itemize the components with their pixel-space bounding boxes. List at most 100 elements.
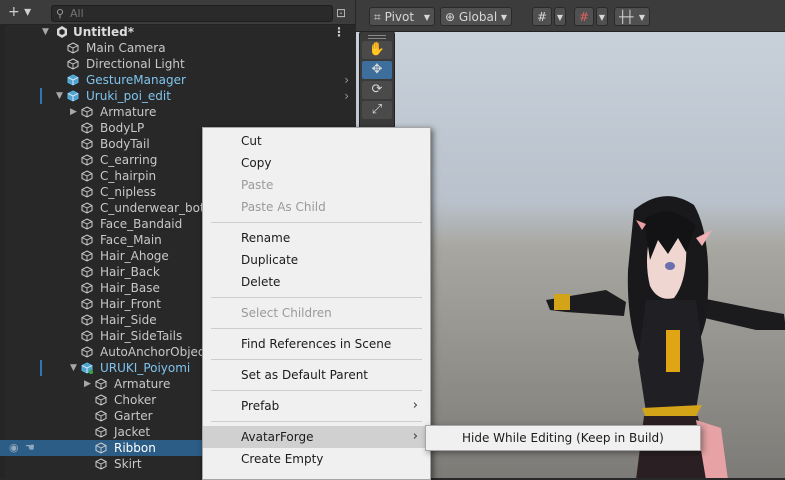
grid-options-dropdown[interactable]: ▼: [554, 7, 566, 26]
chevron-down-icon: ▼: [500, 13, 507, 22]
expand-arrow-icon[interactable]: ▼: [42, 24, 49, 40]
menu-item-cut[interactable]: Cut: [203, 130, 430, 152]
visibility-eye-icon[interactable]: ◉: [9, 440, 19, 456]
hierarchy-row-label: Hair_Back: [100, 265, 160, 279]
hierarchy-row-label: Directional Light: [86, 57, 185, 71]
gameobject-cube-icon: [81, 186, 93, 198]
pivot-icon: ⌗: [374, 10, 381, 24]
open-prefab-chevron-icon[interactable]: ›: [344, 72, 349, 88]
gameobject-cube-icon: [81, 346, 93, 358]
globe-icon: ⊕: [445, 10, 456, 24]
hierarchy-row-label: Choker: [114, 393, 157, 407]
gameobject-cube-icon: [81, 330, 93, 342]
grid-snap-button[interactable]: #: [532, 7, 552, 26]
hierarchy-row-label: AutoAnchorObject: [100, 345, 210, 359]
increment-snap-button[interactable]: #: [574, 7, 594, 26]
menu-separator: [211, 390, 422, 391]
pickable-hand-icon[interactable]: ☚: [25, 440, 35, 456]
submenu-item-hide-while-editing[interactable]: Hide While Editing (Keep in Build): [462, 426, 664, 450]
gameobject-cube-icon: [81, 154, 93, 166]
hierarchy-search-field[interactable]: ⚲: [51, 5, 333, 22]
menu-item-avatarforge[interactable]: AvatarForge ›: [203, 426, 430, 448]
menu-item-create-empty[interactable]: Create Empty: [203, 448, 430, 470]
rotate-tool-icon[interactable]: ⟳: [362, 81, 392, 99]
chevron-down-icon: ▼: [638, 13, 645, 22]
gameobject-cube-icon: [95, 442, 107, 454]
global-label: Global: [458, 10, 498, 24]
menu-item-delete[interactable]: Delete: [203, 271, 430, 293]
menu-item-label: Delete: [241, 275, 281, 289]
menu-item-prefab[interactable]: Prefab ›: [203, 395, 430, 417]
search-input[interactable]: [70, 6, 325, 21]
scene-root-row[interactable]: ▼ Untitled* ⋮: [0, 24, 355, 40]
hierarchy-row-label: Hair_Base: [100, 281, 160, 295]
hierarchy-row-label: Uruki_poi_edit: [86, 89, 171, 103]
gameobject-cube-icon: [95, 378, 107, 390]
gameobject-cube-icon: [81, 314, 93, 326]
menu-separator: [211, 359, 422, 360]
gameobject-cube-icon: [95, 410, 107, 422]
gameobject-cube-icon: [81, 106, 93, 118]
ruler-snap-button[interactable]: ┼┼ ▼: [614, 7, 650, 26]
menu-item-label: Paste: [241, 178, 274, 192]
hierarchy-row-label: C_hairpin: [100, 169, 157, 183]
menu-separator: [211, 421, 422, 422]
hierarchy-row[interactable]: Directional Light: [0, 56, 355, 72]
menu-item-set-as-default-parent[interactable]: Set as Default Parent: [203, 364, 430, 386]
hierarchy-row[interactable]: ▼ Uruki_poi_edit ›: [0, 88, 355, 104]
search-icon: ⚲: [56, 7, 65, 20]
menu-separator: [211, 328, 422, 329]
hierarchy-row[interactable]: Main Camera: [0, 40, 355, 56]
submenu-arrow-icon: ›: [412, 398, 418, 413]
snap-options-dropdown[interactable]: ▼: [596, 7, 608, 26]
hierarchy-row-label: Face_Bandaid: [100, 217, 183, 231]
prefab-cube-icon: [67, 90, 79, 102]
menu-item-label: Copy: [241, 156, 272, 170]
prefab-variant-icon: [81, 362, 93, 374]
scene-search-icon[interactable]: ⊡: [333, 5, 349, 21]
submenu-arrow-icon: ›: [412, 429, 418, 444]
hierarchy-row-label: GestureManager: [86, 73, 186, 87]
hand-tool-icon[interactable]: ✋: [362, 41, 392, 59]
scene-menu-icon[interactable]: ⋮: [333, 24, 345, 40]
add-object-button[interactable]: + ▾: [8, 4, 42, 20]
menu-separator: [211, 222, 422, 223]
menu-item-label: Prefab: [241, 399, 280, 413]
gameobject-cube-icon: [81, 170, 93, 182]
hierarchy-row[interactable]: ▶ Armature: [0, 104, 355, 120]
gameobject-cube-icon: [81, 138, 93, 150]
menu-item-find-references-in-scene[interactable]: Find References in Scene: [203, 333, 430, 355]
chevron-down-icon: ▼: [556, 13, 564, 22]
expand-arrow-icon[interactable]: ▶: [84, 376, 91, 392]
tools-overlay: ✋ ✥ ⟳ ⤢: [359, 31, 395, 133]
hierarchy-row-label: Ribbon: [114, 441, 156, 455]
menu-item-duplicate[interactable]: Duplicate: [203, 249, 430, 271]
hierarchy-row-label: Hair_SideTails: [100, 329, 183, 343]
pivot-toggle[interactable]: ⌗ Pivot ▼: [369, 7, 435, 26]
snap-grid-icon: #: [578, 10, 590, 24]
prefab-cube-icon: [67, 74, 79, 86]
hierarchy-row-label: Hair_Front: [100, 297, 161, 311]
menu-item-label: Rename: [241, 231, 291, 245]
gameobject-cube-icon: [81, 218, 93, 230]
hierarchy-row[interactable]: GestureManager ›: [0, 72, 355, 88]
hierarchy-row-label: BodyTail: [100, 137, 150, 151]
hierarchy-row-label: Garter: [114, 409, 153, 423]
open-prefab-chevron-icon[interactable]: ›: [344, 88, 349, 104]
menu-item-copy[interactable]: Copy: [203, 152, 430, 174]
expand-arrow-icon[interactable]: ▶: [70, 104, 77, 120]
gameobject-cube-icon: [81, 298, 93, 310]
hierarchy-row-label: Face_Main: [100, 233, 162, 247]
menu-item-rename[interactable]: Rename: [203, 227, 430, 249]
menu-item-label: Set as Default Parent: [241, 368, 369, 382]
hierarchy-toolbar: + ▾ ⚲ ⊡: [0, 0, 355, 25]
drag-handle-icon[interactable]: [368, 35, 386, 39]
scale-tool-icon[interactable]: ⤢: [362, 101, 392, 119]
hierarchy-row-label: URUKI_Poiyomi: [100, 361, 191, 375]
collapse-arrow-icon[interactable]: ▼: [70, 360, 77, 376]
collapse-arrow-icon[interactable]: ▼: [56, 88, 63, 104]
hierarchy-row-label: Hair_Side: [100, 313, 157, 327]
scene-toolbar: ⌗ Pivot ▼ ⊕ Global ▼ # ▼ # ▼ ┼┼ ▼: [356, 0, 785, 32]
global-toggle[interactable]: ⊕ Global ▼: [440, 7, 512, 26]
move-tool-icon[interactable]: ✥: [362, 61, 392, 79]
